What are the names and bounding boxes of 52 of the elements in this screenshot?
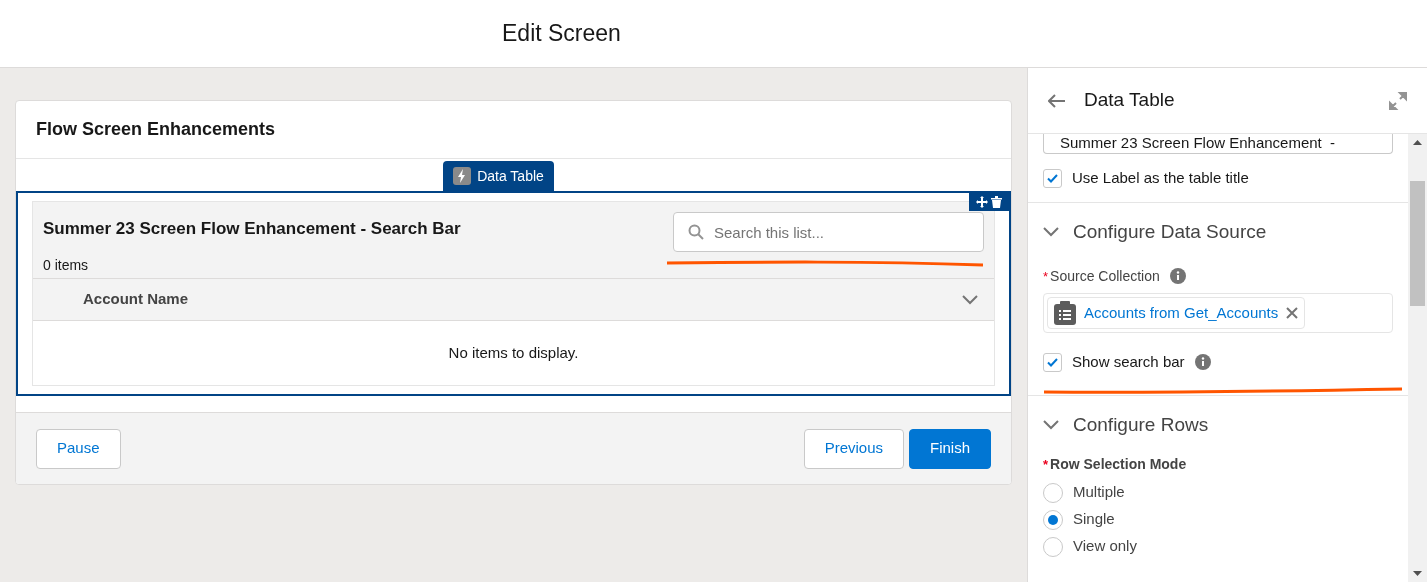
component-tab[interactable]: Data Table: [443, 161, 554, 191]
trash-icon: [991, 196, 1002, 208]
radio-label: View only: [1073, 536, 1137, 557]
move-delete-toolbar[interactable]: [969, 193, 1009, 211]
previous-button[interactable]: Previous: [803, 428, 904, 469]
search-icon: [688, 224, 704, 240]
checkbox-label: Show search bar: [1072, 351, 1185, 372]
label-field[interactable]: Summer 23 Screen Flow Enhancement -: [1043, 134, 1393, 154]
selected-component[interactable]: Summer 23 Screen Flow Enhancement - Search Bar 0 items Search this list... Account Name No items to display.: [16, 191, 1011, 396]
search-field[interactable]: Search this list...: [673, 212, 984, 252]
finish-button[interactable]: Finish: [909, 428, 991, 469]
info-icon[interactable]: [1169, 268, 1186, 284]
empty-message: No items to display.: [448, 342, 579, 363]
check-icon: [1047, 357, 1058, 367]
checkbox[interactable]: [1043, 352, 1062, 372]
back-arrow-icon[interactable]: [1048, 93, 1066, 108]
chevron-icon: [962, 294, 978, 305]
required-asterisk: *: [1043, 457, 1049, 472]
section-heading[interactable]: Configure Rows: [1073, 410, 1209, 440]
required-asterisk: *: [1043, 268, 1049, 284]
item-count: 0 items: [43, 255, 90, 275]
radio-button[interactable]: [1043, 536, 1063, 557]
checkbox[interactable]: [1043, 168, 1062, 188]
expand-icon[interactable]: [1389, 91, 1407, 110]
page-title: Edit Screen: [502, 19, 621, 49]
scroll-up-icon: [1413, 140, 1422, 145]
close-icon[interactable]: [1286, 307, 1299, 319]
panel-title: Data Table: [1084, 88, 1175, 113]
source-collection-field[interactable]: Accounts from Get_Accounts: [1043, 293, 1393, 333]
radio-label: Multiple: [1073, 482, 1125, 503]
field-label: *Source Collection: [1043, 266, 1160, 286]
info-icon[interactable]: [1194, 354, 1211, 370]
scrollbar-thumb[interactable]: [1410, 181, 1425, 306]
record-pill[interactable]: Accounts from Get_Accounts: [1047, 297, 1306, 329]
move-icon: [976, 196, 988, 208]
radio-label: Single: [1073, 509, 1115, 530]
screen-title: Flow Screen Enhancements: [36, 118, 276, 141]
clipboard-list-icon: [1054, 301, 1076, 325]
field-label: *Row Selection Mode: [1043, 455, 1188, 474]
lightning-icon: [453, 167, 472, 185]
check-icon: [1047, 173, 1058, 183]
checkbox-label: Use Label as the table title: [1072, 167, 1249, 188]
section-heading[interactable]: Configure Data Source: [1073, 217, 1267, 247]
table-title: Summer 23 Screen Flow Enhancement - Search Bar: [43, 218, 461, 240]
scrollbar[interactable]: [1408, 134, 1427, 582]
chevron-icon[interactable]: [1043, 420, 1059, 430]
radio-button[interactable]: [1043, 509, 1063, 530]
column-header[interactable]: Account Name: [33, 278, 994, 321]
radio-button[interactable]: [1043, 482, 1063, 503]
pause-button[interactable]: Pause: [36, 428, 121, 469]
chevron-icon[interactable]: [1043, 227, 1059, 237]
scroll-down-icon: [1413, 571, 1422, 576]
